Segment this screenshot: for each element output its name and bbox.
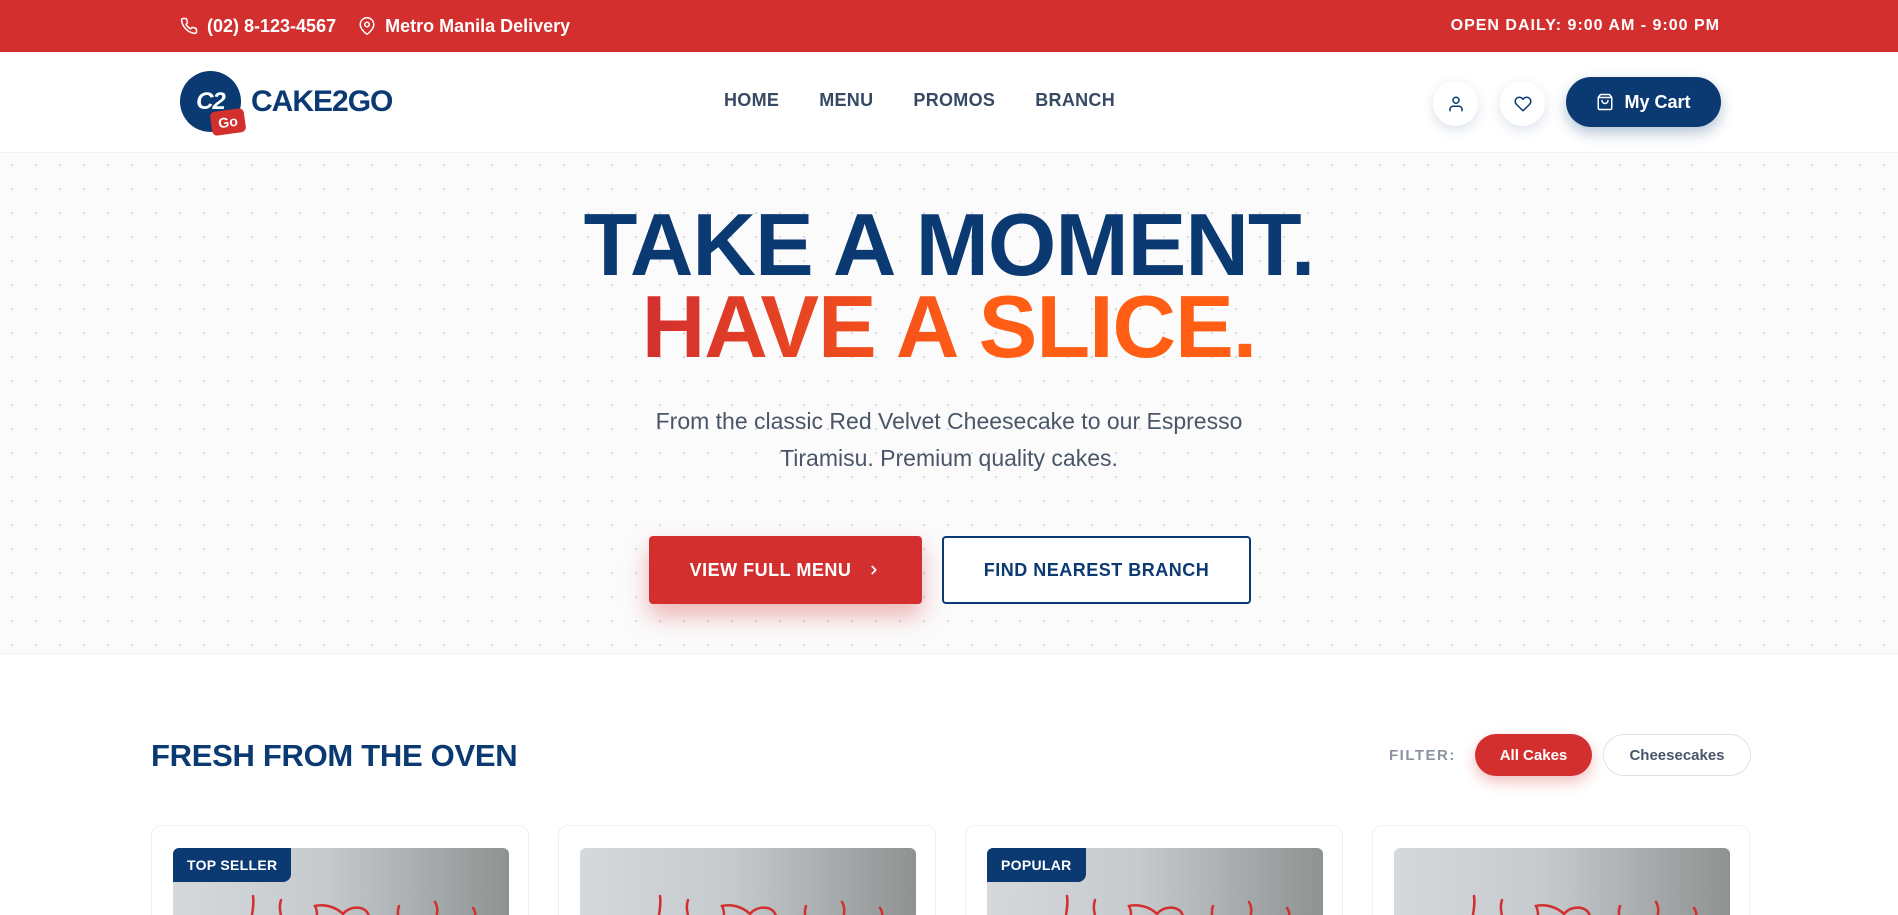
cart-button[interactable]: My Cart [1566, 77, 1721, 127]
logo-go-tag: Go [209, 107, 247, 137]
site-header: C2 Go CAKE2GO HOME MENU PROMOS BRANCH My… [0, 52, 1898, 153]
nav-branch[interactable]: BRANCH [1035, 90, 1115, 111]
hero-subtitle: From the classic Red Velvet Cheesecake t… [655, 408, 1243, 471]
heart-icon [1513, 95, 1532, 111]
hero-headline-line2: HAVE A SLICE. [0, 283, 1898, 371]
product-card[interactable]: POPULAR [965, 825, 1343, 915]
product-badge: POPULAR [987, 848, 1086, 882]
product-card[interactable] [1372, 825, 1750, 915]
delivery-label: Metro Manila Delivery [385, 15, 571, 36]
filter-chip-cheesecakes[interactable]: Cheesecakes [1603, 734, 1751, 776]
opening-hours: OPEN DAILY: 9:00 AM - 9:00 PM [1450, 17, 1720, 34]
nav-promos[interactable]: PROMOS [913, 90, 995, 111]
phone-icon [180, 17, 198, 35]
product-card[interactable] [558, 825, 936, 915]
brand-name: CAKE2GO [251, 84, 393, 118]
main-nav: HOME MENU PROMOS BRANCH [724, 90, 1115, 111]
chevron-right-icon [871, 565, 877, 575]
wishlist-button[interactable] [1500, 81, 1545, 126]
map-pin-icon [359, 17, 375, 35]
phone-number: (02) 8-123-4567 [207, 15, 337, 36]
hero-headline-have-a: HAVE A [641, 277, 979, 376]
delivery-area: Metro Manila Delivery [358, 16, 570, 37]
filter-label: FILTER: [1389, 747, 1456, 764]
find-nearest-branch-button[interactable]: FIND NEAREST BRANCH [942, 536, 1251, 604]
cake-illustration [657, 894, 884, 915]
hero-headline-line1: TAKE A MOMENT. [583, 195, 1316, 294]
product-image[interactable] [1394, 848, 1730, 915]
nav-home[interactable]: HOME [724, 90, 779, 111]
view-full-menu-button[interactable]: VIEW FULL MENU [649, 536, 922, 604]
hero-headline-slice: SLICE. [978, 277, 1258, 376]
account-button[interactable] [1433, 81, 1478, 126]
logo-badge: C2 Go [180, 71, 247, 137]
product-card[interactable]: TOP SELLER [151, 825, 529, 915]
product-badge: TOP SELLER [173, 848, 292, 882]
cart-label: My Cart [1624, 91, 1691, 112]
shopping-bag-icon [1597, 93, 1613, 111]
brand-logo[interactable]: C2 Go CAKE2GO [180, 71, 393, 137]
view-full-menu-label: VIEW FULL MENU [689, 559, 852, 580]
nav-menu[interactable]: MENU [819, 90, 873, 111]
hero-section: TAKE A MOMENT. HAVE A SLICE. From the cl… [0, 153, 1898, 654]
filter-chip-all-cakes[interactable]: All Cakes [1475, 734, 1592, 776]
find-nearest-branch-label: FIND NEAREST BRANCH [983, 559, 1210, 580]
user-icon [1448, 96, 1463, 111]
top-info-bar: (02) 8-123-4567 Metro Manila Delivery OP… [0, 0, 1898, 52]
phone-contact[interactable]: (02) 8-123-4567 [180, 16, 336, 37]
section-title: FRESH FROM THE OVEN [151, 738, 518, 773]
product-image[interactable] [580, 848, 916, 915]
cake-illustration [1471, 894, 1698, 915]
